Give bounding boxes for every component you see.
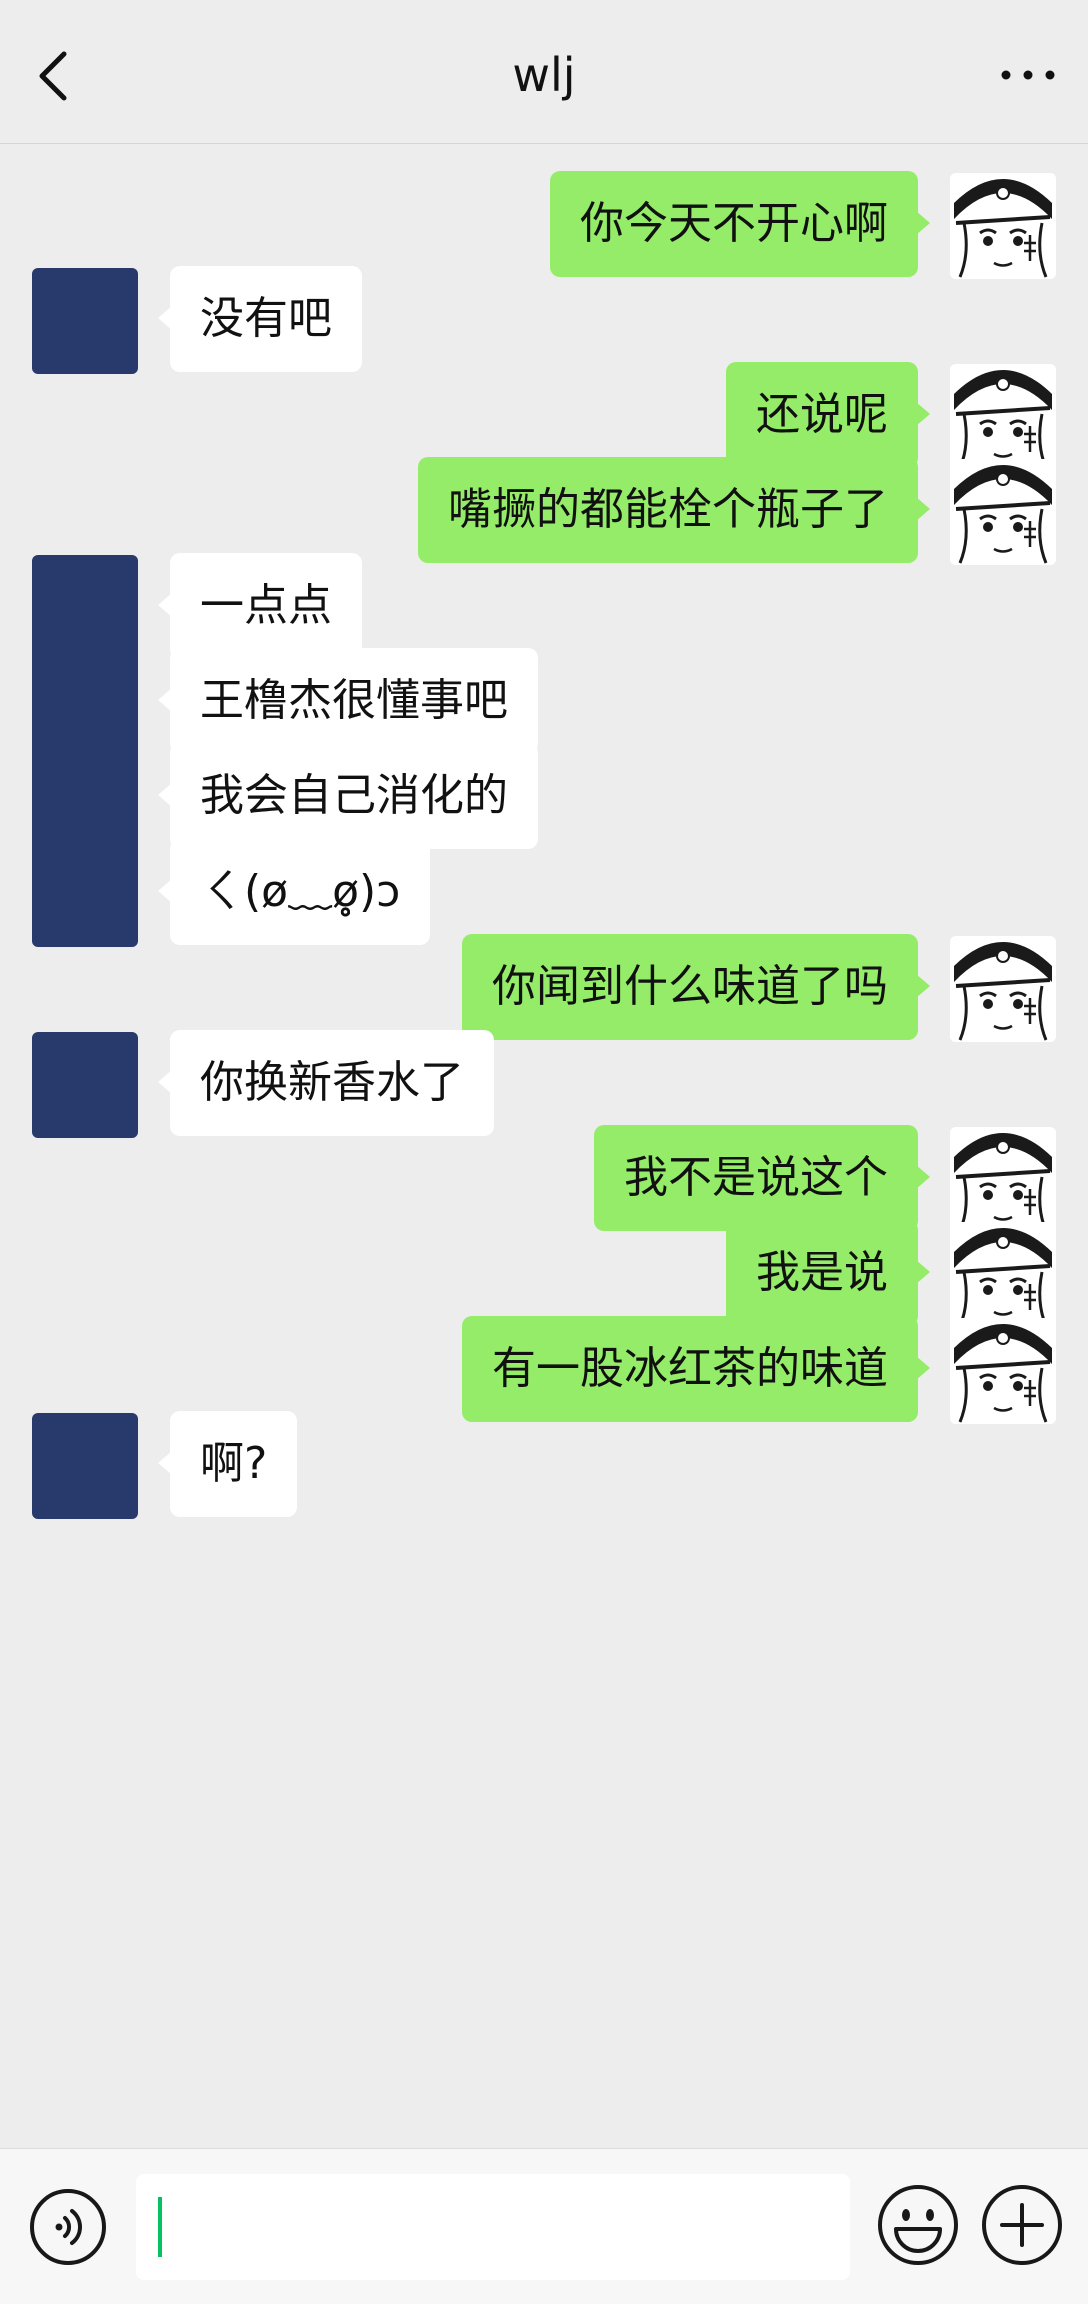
message-list: 你今天不开心啊没有吧还说呢 嘴撅的都能栓个瓶子了 一点点 王橹杰很懂事吧 我会自己消化的… <box>0 144 1088 2147</box>
received-message-bubble[interactable]: 一点点 <box>158 552 362 659</box>
message-row: 一点点 <box>0 552 1088 663</box>
contact-avatar[interactable] <box>32 268 138 375</box>
message-row: 啊? <box>0 1411 1088 1521</box>
received-message-bubble[interactable]: 没有吧 <box>158 266 362 373</box>
sent-message-bubble[interactable]: 你今天不开心啊 <box>550 171 930 277</box>
my-avatar[interactable] <box>950 1127 1056 1233</box>
message-row: ㄑ(ø﹏ø̥̥̥)ɔ <box>0 838 1088 949</box>
message-row: 我是说 <box>0 1220 1088 1330</box>
message-input[interactable] <box>136 2174 850 2280</box>
contact-avatar[interactable] <box>32 650 138 756</box>
contact-avatar[interactable] <box>32 1031 138 1138</box>
contact-avatar[interactable] <box>32 745 138 852</box>
emoji-icon[interactable] <box>876 2183 960 2267</box>
contact-avatar[interactable] <box>32 554 138 661</box>
received-message-bubble[interactable]: 啊? <box>157 1411 298 1518</box>
my-avatar[interactable] <box>950 459 1056 566</box>
contact-avatar[interactable] <box>32 840 138 947</box>
plus-icon[interactable] <box>980 2183 1064 2267</box>
chat-header: wlj <box>0 0 1088 144</box>
input-bar <box>0 2148 1088 2304</box>
sent-message-bubble[interactable]: 你闻到什么味道了吗 <box>462 934 930 1041</box>
received-message-bubble[interactable]: 你换新香水了 <box>158 1029 494 1136</box>
message-row: 我不是说这个 <box>0 1125 1088 1235</box>
more-dots-icon[interactable] <box>998 50 1058 100</box>
message-row: 你闻到什么味道了吗 <box>0 934 1088 1044</box>
sent-message-bubble[interactable]: 嘴撅的都能栓个瓶子了 <box>418 457 930 564</box>
my-avatar[interactable] <box>950 173 1056 279</box>
received-message-bubble[interactable]: 王橹杰很懂事吧 <box>158 648 538 754</box>
message-row: 有一股冰红茶的味道 <box>0 1315 1088 1426</box>
message-row: 嘴撅的都能栓个瓶子了 <box>0 457 1088 567</box>
my-avatar[interactable] <box>950 1222 1056 1329</box>
sent-message-bubble[interactable]: 我是说 <box>726 1220 930 1327</box>
my-avatar[interactable] <box>950 936 1056 1043</box>
message-row: 王橹杰很懂事吧 <box>0 648 1088 758</box>
voice-icon[interactable] <box>28 2187 108 2267</box>
message-row: 你今天不开心啊 <box>0 171 1088 281</box>
message-row: 我会自己消化的 <box>0 743 1088 853</box>
message-row: 没有吧 <box>0 266 1088 376</box>
contact-avatar[interactable] <box>32 1413 138 1520</box>
chat-title: wlj <box>512 48 576 102</box>
message-row: 还说呢 <box>0 361 1088 472</box>
received-message-bubble[interactable]: 我会自己消化的 <box>158 743 538 850</box>
sent-message-bubble[interactable]: 有一股冰红茶的味道 <box>462 1315 930 1422</box>
received-message-bubble[interactable]: ㄑ(ø﹏ø̥̥̥)ɔ <box>157 838 431 945</box>
message-row: 你换新香水了 <box>0 1029 1088 1140</box>
sent-message-bubble[interactable]: 还说呢 <box>726 361 930 468</box>
my-avatar[interactable] <box>950 1317 1056 1424</box>
my-avatar[interactable] <box>950 363 1056 470</box>
sent-message-bubble[interactable]: 我不是说这个 <box>594 1125 930 1231</box>
text-cursor <box>158 2197 162 2257</box>
